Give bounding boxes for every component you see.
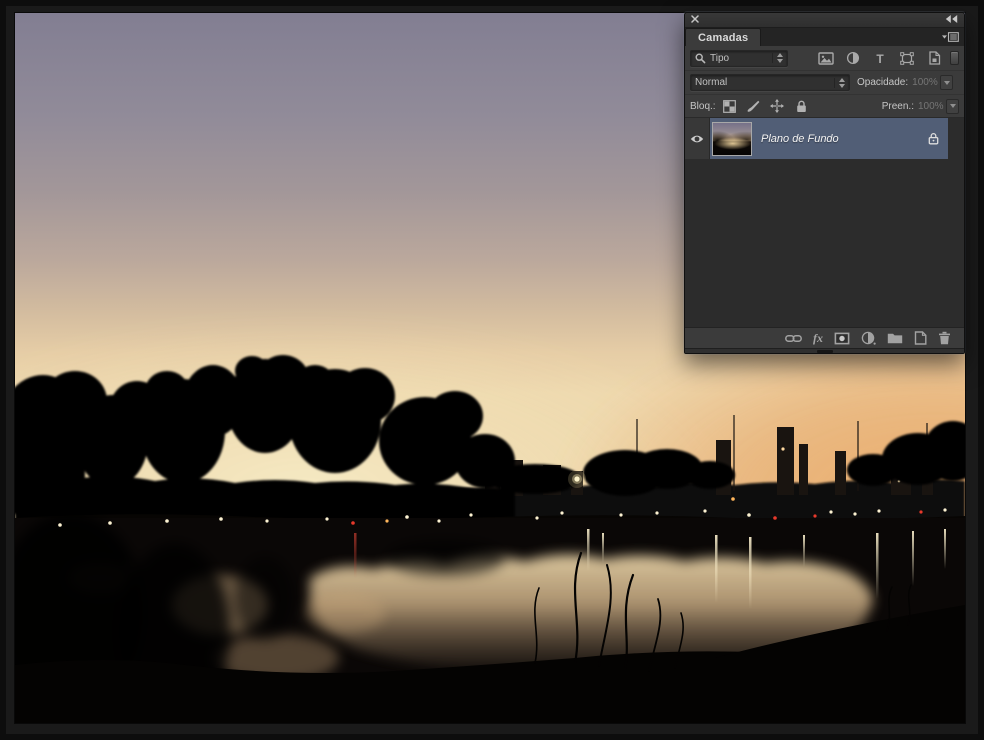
filter-row: Tipo T bbox=[685, 46, 964, 70]
lock-all-icon[interactable] bbox=[794, 99, 809, 114]
layers-panel: Camadas Tipo T Normal Opacidade: 100% Bl… bbox=[684, 12, 965, 354]
link-layers-icon[interactable] bbox=[785, 333, 802, 344]
lock-pixels-icon[interactable] bbox=[746, 99, 761, 114]
shape-layers-filter-icon[interactable] bbox=[899, 50, 915, 66]
panel-bottom-edge bbox=[685, 348, 964, 353]
blend-row: Normal Opacidade: 100% bbox=[685, 70, 964, 94]
blend-mode-dropdown[interactable]: Normal bbox=[690, 74, 850, 91]
lock-row: Bloq.: Preen.: 100% bbox=[685, 94, 964, 117]
panel-bottom-bar: fx bbox=[685, 327, 964, 348]
lock-buttons bbox=[722, 99, 809, 114]
panel-tab-bar: Camadas bbox=[685, 28, 964, 46]
close-icon[interactable] bbox=[691, 14, 699, 26]
opacity-label: Opacidade: bbox=[857, 77, 909, 88]
eye-icon bbox=[690, 135, 704, 142]
visibility-toggle[interactable] bbox=[685, 118, 710, 159]
panel-menu-icon[interactable] bbox=[937, 28, 964, 46]
add-layer-mask-icon[interactable] bbox=[834, 332, 850, 345]
lock-transparency-icon[interactable] bbox=[722, 99, 737, 114]
new-layer-icon[interactable] bbox=[914, 331, 927, 345]
fill-label: Preen.: bbox=[881, 100, 914, 112]
lock-badge-icon bbox=[928, 132, 939, 145]
layers-list: Plano de Fundo bbox=[685, 117, 964, 327]
new-group-icon[interactable] bbox=[887, 332, 903, 344]
fill-value[interactable]: 100% bbox=[918, 101, 944, 112]
lock-position-icon[interactable] bbox=[770, 99, 785, 114]
delete-layer-icon[interactable] bbox=[938, 331, 951, 345]
layer-effects-icon[interactable]: fx bbox=[813, 332, 823, 344]
filter-type-value: Tipo bbox=[710, 52, 730, 64]
tab-camadas[interactable]: Camadas bbox=[685, 28, 762, 46]
stepper-icon bbox=[772, 53, 783, 63]
stepper-icon bbox=[834, 77, 845, 88]
opacity-dropdown-button[interactable] bbox=[940, 75, 954, 90]
filter-buttons: T bbox=[818, 50, 942, 66]
smart-objects-filter-icon[interactable] bbox=[926, 50, 942, 66]
photoshop-workspace: Camadas Tipo T Normal Opacidade: 100% Bl… bbox=[0, 0, 984, 740]
filter-type-dropdown[interactable]: Tipo bbox=[690, 49, 788, 67]
layer-row[interactable]: Plano de Fundo bbox=[685, 118, 964, 159]
new-adjustment-layer-icon[interactable] bbox=[861, 331, 876, 345]
fill-dropdown-button[interactable] bbox=[946, 98, 959, 114]
selected-layer[interactable]: Plano de Fundo bbox=[710, 118, 948, 159]
pixel-layers-filter-icon[interactable] bbox=[818, 50, 834, 66]
collapse-panels-icon[interactable] bbox=[945, 14, 958, 26]
layer-name[interactable]: Plano de Fundo bbox=[761, 133, 839, 145]
tab-camadas-label: Camadas bbox=[698, 31, 749, 44]
svg-text:T: T bbox=[876, 52, 884, 65]
type-layers-filter-icon[interactable]: T bbox=[872, 50, 888, 66]
blend-mode-value: Normal bbox=[695, 77, 728, 88]
panel-resize-handle[interactable] bbox=[816, 349, 833, 353]
lock-label: Bloq.: bbox=[690, 100, 716, 112]
search-icon bbox=[695, 52, 706, 63]
layer-filter-toggle[interactable] bbox=[950, 51, 959, 65]
panel-titlebar[interactable] bbox=[685, 13, 964, 28]
adjustment-layers-filter-icon[interactable] bbox=[845, 50, 861, 66]
opacity-value[interactable]: 100% bbox=[912, 77, 938, 88]
layer-thumbnail[interactable] bbox=[712, 121, 752, 156]
